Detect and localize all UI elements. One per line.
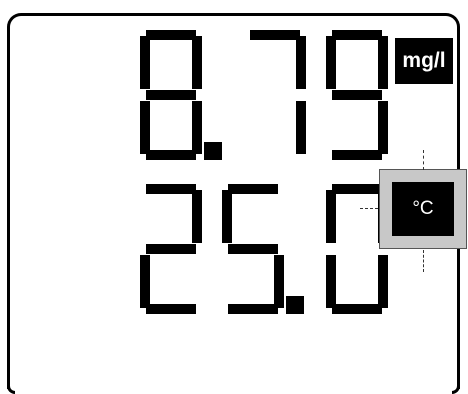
segment-c (192, 101, 202, 154)
segment-f (326, 190, 336, 243)
segment-f (326, 36, 336, 89)
segment-a (332, 30, 382, 40)
segment-g (146, 244, 196, 254)
primary-reading-segments (140, 30, 388, 160)
blink-indicator (360, 208, 378, 209)
segment-g (332, 90, 382, 100)
segment-b (378, 36, 388, 89)
segment-d (146, 304, 196, 314)
segment-c (274, 255, 284, 308)
segment-a (332, 184, 382, 194)
segment-f (140, 36, 150, 89)
segment-c (378, 101, 388, 154)
blink-indicator (423, 150, 424, 170)
segment-f (222, 190, 232, 243)
decimal-point (204, 142, 222, 160)
segment-c (296, 101, 306, 154)
segment-e (140, 255, 150, 308)
segment-a (146, 30, 196, 40)
secondary-reading-segments (140, 184, 388, 314)
segment-b (296, 36, 306, 89)
primary-unit-badge: mg/l (395, 38, 453, 84)
segment-d (332, 304, 382, 314)
segment-c (378, 255, 388, 308)
segment-g (228, 244, 278, 254)
segment-d (228, 304, 278, 314)
segment-b (192, 190, 202, 243)
segment-a (146, 184, 196, 194)
segment-d (146, 150, 196, 160)
segment-e (140, 101, 150, 154)
segment-e (326, 255, 336, 308)
segment-a (250, 30, 300, 40)
decimal-point (286, 296, 304, 314)
segment-a (228, 184, 278, 194)
segment-d (332, 150, 382, 160)
segment-b (192, 36, 202, 89)
segment-g (146, 90, 196, 100)
secondary-unit-badge: °C (392, 182, 454, 236)
blink-indicator (423, 250, 424, 272)
